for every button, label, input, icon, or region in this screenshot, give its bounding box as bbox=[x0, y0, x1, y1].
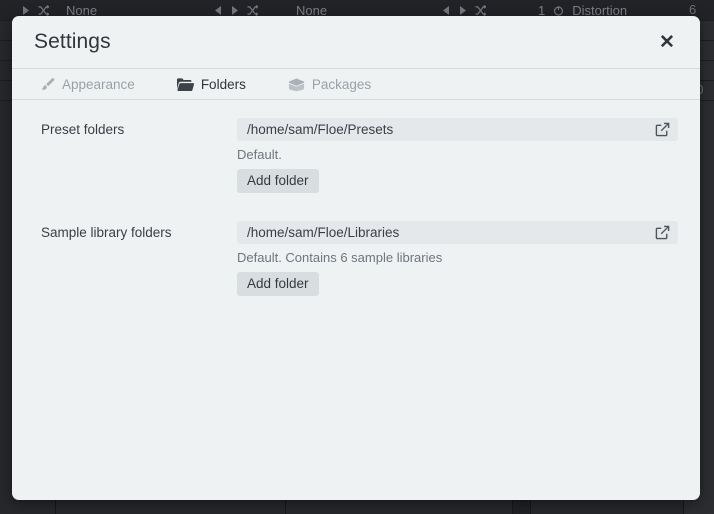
setting-label-preset-folders: Preset folders bbox=[41, 122, 125, 137]
preset-folders-path-value: /home/sam/Floe/Presets bbox=[247, 122, 394, 137]
play-triangle-icon[interactable] bbox=[22, 5, 29, 15]
add-sample-library-folder-button[interactable]: Add folder bbox=[237, 272, 319, 296]
setting-label-sample-library-folders: Sample library folders bbox=[41, 225, 172, 240]
tab-appearance-label: Appearance bbox=[62, 76, 135, 92]
shuffle-icon[interactable] bbox=[475, 4, 486, 16]
prev-arrow-icon[interactable] bbox=[215, 5, 222, 15]
close-icon[interactable]: ✕ bbox=[654, 29, 680, 55]
next-arrow-icon[interactable] bbox=[459, 5, 466, 15]
sample-library-folders-hint: Default. Contains 6 sample libraries bbox=[237, 250, 443, 265]
setting-control-preset-folders: /home/sam/Floe/Presets Default. Add fold… bbox=[237, 118, 678, 193]
open-external-icon[interactable] bbox=[655, 122, 670, 137]
page-title: Settings bbox=[34, 30, 111, 53]
setting-row-sample-library-folders: Sample library folders /home/sam/Floe/Li… bbox=[12, 221, 700, 296]
dialog-body: Preset folders /home/sam/Floe/Presets De… bbox=[12, 100, 700, 500]
add-preset-folder-button[interactable]: Add folder bbox=[237, 169, 319, 193]
folder-icon bbox=[176, 77, 194, 92]
package-icon bbox=[288, 77, 305, 92]
sample-library-folders-path-value: /home/sam/Floe/Libraries bbox=[247, 225, 400, 240]
tab-folders-label: Folders bbox=[200, 76, 246, 92]
shuffle-icon[interactable] bbox=[247, 4, 258, 16]
shuffle-icon[interactable] bbox=[38, 4, 49, 16]
tab-packages[interactable]: Packages bbox=[288, 77, 371, 92]
prev-arrow-icon[interactable] bbox=[443, 5, 450, 15]
tab-appearance[interactable]: Appearance bbox=[40, 77, 135, 92]
preset-folders-path-field[interactable]: /home/sam/Floe/Presets bbox=[237, 118, 678, 141]
tab-packages-label: Packages bbox=[311, 76, 372, 92]
open-external-icon[interactable] bbox=[655, 225, 670, 240]
tab-folders[interactable]: Folders bbox=[176, 76, 246, 92]
power-toggle-icon[interactable] bbox=[553, 5, 564, 16]
sample-library-folders-path-field[interactable]: /home/sam/Floe/Libraries bbox=[237, 221, 678, 244]
tab-bar: Appearance Folders Packages bbox=[12, 68, 700, 100]
settings-dialog: Settings ✕ Appearance Folders Packages P… bbox=[12, 16, 700, 500]
setting-row-preset-folders: Preset folders /home/sam/Floe/Presets De… bbox=[12, 118, 700, 193]
setting-control-sample-library-folders: /home/sam/Floe/Libraries Default. Contai… bbox=[237, 221, 678, 296]
paintbrush-icon bbox=[40, 77, 55, 92]
dialog-header: Settings ✕ bbox=[12, 16, 700, 68]
next-arrow-icon[interactable] bbox=[231, 5, 238, 15]
preset-folders-hint: Default. bbox=[237, 147, 282, 162]
